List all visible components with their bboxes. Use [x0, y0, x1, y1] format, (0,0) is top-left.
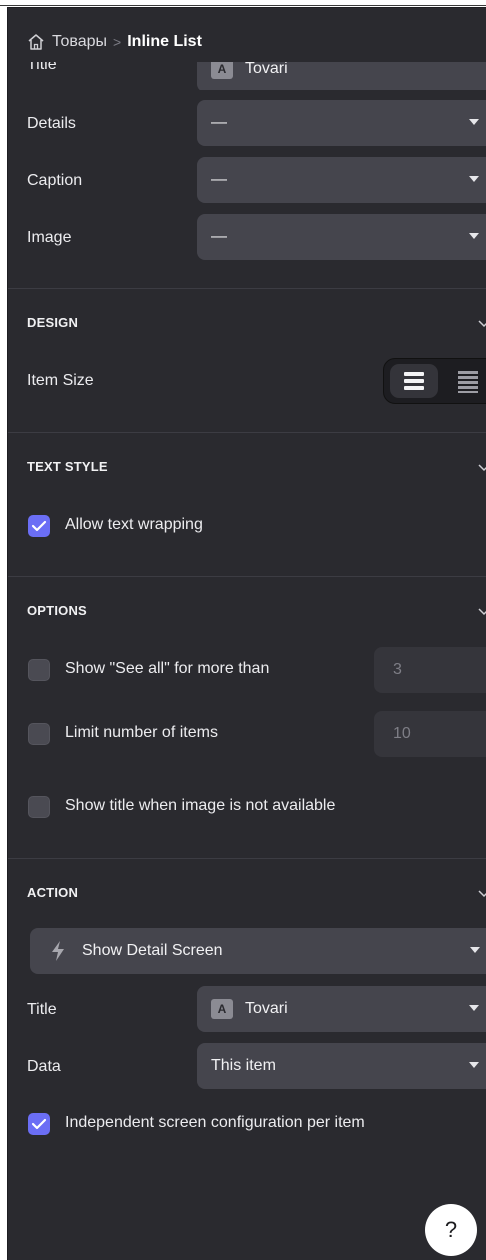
image-value: —	[211, 228, 227, 245]
see-all-label[interactable]: Show "See all" for more than	[65, 660, 269, 678]
list-compact-icon[interactable]	[448, 364, 486, 398]
chevron-down-icon[interactable]	[478, 605, 486, 617]
breadcrumb-current: Inline List	[127, 33, 202, 50]
allow-text-wrapping-label[interactable]: Allow text wrapping	[65, 516, 203, 534]
design-section-header[interactable]: DESIGN	[27, 315, 78, 330]
item-size-toggle[interactable]	[383, 358, 486, 404]
section-divider	[8, 288, 486, 289]
action-type-value: Show Detail Screen	[82, 942, 223, 959]
action-title-label: Title	[27, 1001, 57, 1018]
help-button[interactable]: ?	[425, 1204, 477, 1256]
text-type-badge: A	[211, 60, 233, 79]
independent-config-label[interactable]: Independent screen configuration per ite…	[65, 1114, 365, 1132]
title-row-clipped: A Tovari Title	[8, 60, 486, 90]
text-type-badge: A	[211, 999, 233, 1019]
show-title-label[interactable]: Show title when image is not available	[65, 797, 335, 815]
checkmark-icon	[31, 1118, 47, 1130]
chevron-down-icon	[470, 947, 480, 953]
breadcrumb-separator: >	[113, 34, 122, 50]
show-title-checkbox[interactable]	[28, 796, 50, 818]
allow-text-wrapping-checkbox[interactable]	[28, 515, 50, 537]
item-size-large-option[interactable]	[390, 364, 438, 398]
caption-value: —	[211, 171, 227, 188]
chevron-down-icon	[469, 119, 479, 125]
chevron-down-icon[interactable]	[478, 461, 486, 473]
list-large-icon	[404, 372, 424, 390]
section-divider	[8, 858, 486, 859]
details-label: Details	[27, 115, 76, 132]
details-select[interactable]: —	[197, 100, 486, 146]
chevron-down-icon	[469, 1062, 479, 1068]
title-label-partial: Title	[27, 60, 57, 73]
home-icon[interactable]	[26, 32, 46, 52]
limit-items-input[interactable]: 10	[374, 711, 486, 757]
action-data-select[interactable]: This item	[197, 1043, 486, 1089]
action-type-select[interactable]: Show Detail Screen	[30, 928, 486, 974]
chevron-down-icon[interactable]	[478, 887, 486, 899]
independent-config-checkbox[interactable]	[28, 1113, 50, 1135]
limit-items-label[interactable]: Limit number of items	[65, 724, 218, 742]
section-divider	[8, 432, 486, 433]
checkmark-icon	[31, 520, 47, 532]
caption-select[interactable]: —	[197, 157, 486, 203]
action-title-select[interactable]: A Tovari	[197, 986, 486, 1032]
breadcrumb: Товары > Inline List	[26, 30, 202, 54]
see-all-threshold-input[interactable]: 3	[374, 647, 486, 693]
options-section-header[interactable]: OPTIONS	[27, 603, 87, 618]
breadcrumb-bar-shadow	[8, 56, 486, 62]
chevron-down-icon	[469, 1005, 479, 1011]
limit-items-value: 10	[393, 725, 411, 742]
title-select-partial[interactable]: A Tovari	[197, 60, 486, 90]
lightning-icon	[52, 941, 64, 961]
image-select[interactable]: —	[197, 214, 486, 260]
section-divider	[8, 576, 486, 577]
limit-items-checkbox[interactable]	[28, 723, 50, 745]
breadcrumb-parent[interactable]: Товары	[52, 33, 107, 51]
inline-list-properties-panel: Товары > Inline List A Tovari Title Deta…	[7, 7, 486, 1260]
title-select-value: Tovari	[245, 60, 288, 77]
see-all-threshold-value: 3	[393, 661, 402, 678]
chevron-down-icon	[469, 233, 479, 239]
action-title-value: Tovari	[245, 1000, 288, 1017]
window-top-border	[0, 0, 486, 6]
image-label: Image	[27, 229, 72, 246]
details-value: —	[211, 114, 227, 131]
caption-label: Caption	[27, 172, 83, 189]
action-section-header[interactable]: ACTION	[27, 885, 78, 900]
item-size-label: Item Size	[27, 372, 94, 389]
text-style-section-header[interactable]: TEXT STYLE	[27, 459, 108, 474]
action-data-value: This item	[211, 1057, 276, 1074]
see-all-checkbox[interactable]	[28, 659, 50, 681]
action-data-label: Data	[27, 1058, 61, 1075]
chevron-down-icon	[469, 176, 479, 182]
chevron-down-icon[interactable]	[478, 317, 486, 329]
